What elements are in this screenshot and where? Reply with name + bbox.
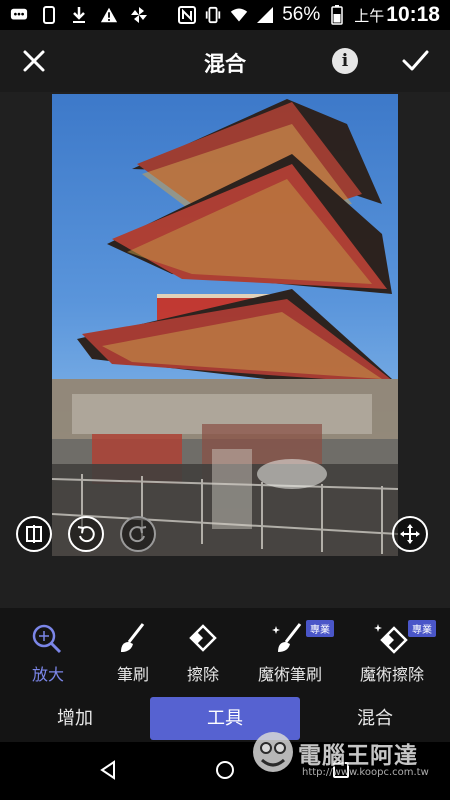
watermark-mascot-icon bbox=[253, 732, 293, 772]
clock: 10:18 bbox=[386, 3, 440, 26]
app-bar: 混合 i bbox=[0, 30, 450, 92]
battery-percent: 56% bbox=[282, 4, 321, 25]
move-icon[interactable] bbox=[392, 516, 428, 552]
zoom-icon bbox=[28, 622, 68, 656]
warning-icon bbox=[100, 6, 118, 24]
tool-label: 擦除 bbox=[186, 665, 219, 684]
battery-icon bbox=[328, 5, 346, 25]
watermark-text: 電腦王阿達 bbox=[298, 743, 418, 769]
magic-eraser-icon: 專業 bbox=[372, 620, 436, 656]
tab-add[interactable]: 增加 bbox=[0, 696, 150, 742]
tool-label: 放大 bbox=[31, 665, 64, 684]
download-icon bbox=[70, 6, 88, 24]
tool-eraser[interactable]: 擦除 bbox=[158, 622, 248, 685]
home-icon[interactable] bbox=[214, 759, 236, 781]
magic-brush-icon: 專業 bbox=[270, 620, 334, 656]
blended-photo[interactable] bbox=[52, 94, 398, 556]
tool-label: 魔術筆刷 bbox=[257, 665, 322, 684]
watermark: 電腦王阿達 http://www.koopc.com.tw bbox=[250, 728, 450, 788]
undo-icon[interactable] bbox=[68, 516, 104, 552]
signal-icon bbox=[256, 6, 274, 24]
pinwheel-icon bbox=[130, 6, 148, 24]
canvas-area bbox=[0, 92, 450, 608]
vibrate-icon bbox=[204, 6, 222, 24]
brush-icon bbox=[113, 622, 153, 656]
compare-icon[interactable] bbox=[16, 516, 52, 552]
tool-label: 魔術擦除 bbox=[359, 665, 424, 684]
pro-badge: 專業 bbox=[408, 620, 436, 637]
page-title: 混合 bbox=[204, 52, 246, 76]
wifi-icon bbox=[230, 6, 248, 24]
nfc-icon bbox=[178, 6, 197, 24]
eraser-icon bbox=[183, 622, 223, 656]
tool-row: 放大 筆刷 擦除 專業 魔術筆刷 專業 魔術擦除 bbox=[0, 608, 450, 696]
status-bar: 56% 上午 10:18 bbox=[0, 0, 450, 30]
back-icon[interactable] bbox=[98, 759, 120, 781]
time-ampm: 上午 bbox=[354, 6, 385, 25]
tool-magic-eraser[interactable]: 專業 魔術擦除 bbox=[347, 620, 437, 685]
check-icon[interactable] bbox=[400, 47, 430, 75]
tool-magic-brush[interactable]: 專業 魔術筆刷 bbox=[245, 620, 335, 685]
message-icon bbox=[10, 6, 28, 24]
redo-icon[interactable] bbox=[120, 516, 156, 552]
info-icon[interactable]: i bbox=[332, 48, 358, 74]
phone-icon bbox=[40, 6, 58, 24]
pro-badge: 專業 bbox=[306, 620, 334, 637]
watermark-url: http://www.koopc.com.tw bbox=[302, 767, 429, 778]
tool-zoom[interactable]: 放大 bbox=[3, 622, 93, 685]
